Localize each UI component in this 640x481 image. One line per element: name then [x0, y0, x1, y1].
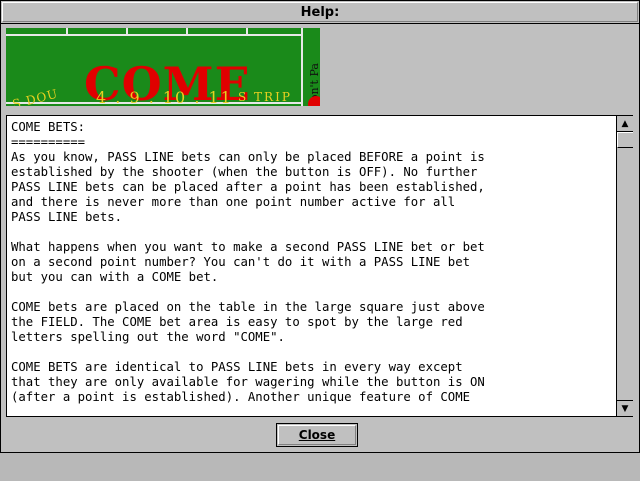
close-button[interactable]: Close — [276, 423, 358, 447]
banner-tick — [66, 28, 68, 36]
banner-red-marker — [308, 96, 320, 106]
vertical-scrollbar[interactable]: ▲ ▼ — [616, 116, 633, 416]
scroll-track[interactable] — [617, 148, 633, 400]
scroll-down-button[interactable]: ▼ — [617, 400, 633, 416]
banner-divider-line — [301, 28, 303, 106]
banner-table-line — [6, 34, 301, 36]
banner-tick — [246, 28, 248, 36]
craps-table-banner-image: COME Don't Pa S DOU 4 . 9 . 10 . 11 S TR… — [6, 28, 320, 106]
scroll-up-button[interactable]: ▲ — [617, 116, 633, 132]
help-text-area[interactable]: COME BETS: ========== As you know, PASS … — [6, 115, 633, 417]
arrow-down-icon: ▼ — [621, 404, 629, 414]
arrow-up-icon: ▲ — [621, 119, 629, 129]
banner-tick — [126, 28, 128, 36]
desktop-background-strip — [0, 452, 640, 481]
close-button-label: Close — [298, 428, 336, 442]
window-title: Help: — [300, 4, 340, 20]
banner-tick — [186, 28, 188, 36]
window-title-bar[interactable]: Help: — [0, 0, 640, 24]
help-text-content: COME BETS: ========== As you know, PASS … — [11, 120, 485, 404]
banner-tail-text: S TRIP — [238, 90, 292, 104]
banner-field-numbers: 4 . 9 . 10 . 11 — [96, 88, 233, 106]
scroll-thumb[interactable] — [617, 132, 633, 148]
